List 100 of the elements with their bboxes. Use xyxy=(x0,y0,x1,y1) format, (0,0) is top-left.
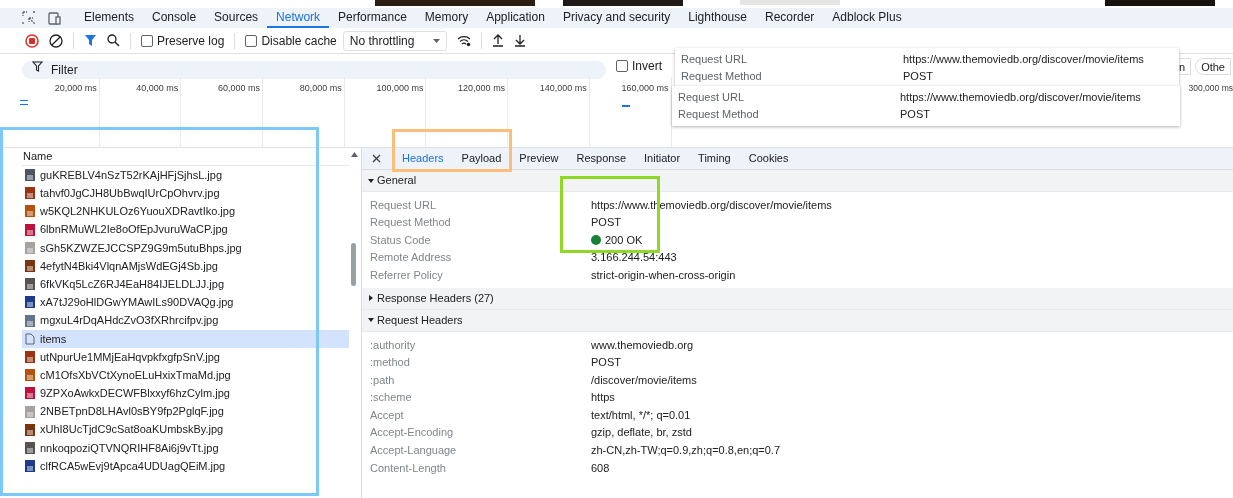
device-toolbar-icon[interactable] xyxy=(46,11,61,25)
header-name: Content-Length xyxy=(370,460,447,476)
timeline-bar xyxy=(622,105,630,107)
panel-tab[interactable]: Elements xyxy=(75,8,144,28)
panel-tab[interactable]: Performance xyxy=(329,8,416,28)
search-icon[interactable] xyxy=(107,34,120,47)
header-name: Status Code xyxy=(370,232,432,248)
request-row[interactable]: 2NBETpnD8LHAvl0sBY9fp2PglqF.jpg xyxy=(22,402,349,421)
file-thumbnail-icon xyxy=(25,278,35,291)
request-row[interactable]: xUhI8UcTjdC9cSat8oaKUmbskBy.jpg xyxy=(22,420,349,439)
panel-tab[interactable]: Application xyxy=(477,8,554,28)
throttling-dropdown[interactable]: No throttling xyxy=(342,30,447,51)
clear-icon[interactable] xyxy=(49,33,63,48)
header-value: https xyxy=(591,390,615,406)
filter-icon[interactable] xyxy=(84,34,97,47)
request-row[interactable]: sGh5KZWZEJCCSPZ9G9m5utuBhps.jpg xyxy=(22,238,349,257)
header-name: Request URL xyxy=(370,197,438,213)
timeline-tick: 60,000 ms xyxy=(218,82,261,93)
download-icon[interactable] xyxy=(513,34,526,47)
request-row[interactable]: items xyxy=(22,329,349,348)
request-row[interactable]: 4efytN4Bki4VlqnAMjsWdEGj4Sb.jpg xyxy=(22,256,349,276)
panel-tab[interactable]: Sources xyxy=(205,8,268,28)
request-row[interactable]: xA7tJ29oHlDGwYMAwILs90DVAQg.jpg xyxy=(22,293,349,312)
header-value: /discover/movie/items xyxy=(591,372,697,388)
section-header[interactable]: General xyxy=(362,170,1233,192)
disable-cache-checkbox[interactable]: Disable cache xyxy=(245,31,337,50)
filter-field[interactable]: Filter xyxy=(22,61,606,79)
request-row[interactable]: w5KQL2NHKULOz6YuouXDRavtIko.jpg xyxy=(22,202,349,221)
file-thumbnail-icon xyxy=(25,441,35,454)
scroll-up-icon xyxy=(351,152,358,157)
file-thumbnail-icon xyxy=(25,169,35,182)
request-row[interactable]: 9ZPXoAwkxDECWFBlxxyf6hzCylm.jpg xyxy=(22,384,349,403)
network-conditions-icon[interactable] xyxy=(456,34,471,47)
detail-tab[interactable]: Preview xyxy=(510,147,568,170)
panel-tab[interactable]: Console xyxy=(143,8,206,28)
detail-tab[interactable]: Response xyxy=(567,147,635,170)
header-name: :scheme xyxy=(370,390,413,406)
close-icon[interactable] xyxy=(372,154,381,163)
preserve-log-checkbox[interactable]: Preserve log xyxy=(141,31,225,50)
caret-icon xyxy=(432,38,440,43)
timeline-tick: 160,000 ms xyxy=(621,82,669,93)
request-row[interactable]: mgxuL4rDqAHdcZvO3fXRhrcifpv.jpg xyxy=(22,311,349,330)
file-thumbnail-icon xyxy=(25,369,35,382)
triangle-down-icon xyxy=(368,317,374,324)
request-row[interactable]: cM1OfsXbVCtXynoELuHxixTmaMd.jpg xyxy=(22,366,349,385)
tooltip-value: https://www.themoviedb.org/discover/movie/items xyxy=(903,52,1144,67)
header-name: :authority xyxy=(370,337,417,353)
file-thumbnail-icon xyxy=(25,314,35,327)
detail-tab[interactable]: Payload xyxy=(452,147,511,170)
tooltip-value: POST xyxy=(903,69,933,84)
detail-tab[interactable]: Timing xyxy=(689,147,740,170)
file-thumbnail-icon xyxy=(25,241,35,254)
panel-tab[interactable]: Privacy and security xyxy=(553,8,680,28)
request-row[interactable]: guKREBLV4nSzT52rKAjHFjSjhsL.jpg xyxy=(22,166,349,185)
invert-checkbox[interactable]: Invert xyxy=(616,57,662,75)
detail-tab[interactable]: Headers xyxy=(393,147,453,170)
tooltip-value: POST xyxy=(900,107,930,122)
request-row[interactable]: clfRCA5wEvj9tApca4UDUagQEiM.jpg xyxy=(22,457,349,476)
header-name: :path xyxy=(370,372,396,388)
filter-icon xyxy=(32,61,43,72)
file-thumbnail-icon xyxy=(25,405,35,418)
header-name: Accept-Encoding xyxy=(370,425,455,441)
triangle-down-icon xyxy=(368,177,374,184)
upload-icon[interactable] xyxy=(491,34,504,47)
tooltip-label: Request URL xyxy=(678,90,746,105)
detail-tab[interactable]: Cookies xyxy=(739,147,798,170)
tooltip-label: Request Method xyxy=(678,107,760,122)
record-icon[interactable] xyxy=(25,33,39,48)
header-value: gzip, deflate, br, zstd xyxy=(591,425,692,441)
detail-tab[interactable]: Initiator xyxy=(635,147,690,170)
header-value: 608 xyxy=(591,460,610,476)
panel-tab[interactable]: Memory xyxy=(415,8,478,28)
section-header[interactable]: Response Headers (27) xyxy=(362,287,1233,310)
header-name: Remote Address xyxy=(370,250,453,266)
file-thumbnail-icon xyxy=(25,350,35,363)
header-value: text/html, */*; q=0.01 xyxy=(591,407,691,423)
file-thumbnail-icon xyxy=(25,387,35,400)
header-value: strict-origin-when-cross-origin xyxy=(591,267,736,283)
panel-tab[interactable]: Lighthouse xyxy=(679,8,756,28)
header-value: www.themoviedb.org xyxy=(591,337,694,353)
header-value: 3.166.244.54:443 xyxy=(591,250,677,266)
timeline-bar xyxy=(20,100,28,105)
header-name: Referrer Policy xyxy=(370,267,444,283)
timeline-tick: 80,000 ms xyxy=(299,82,342,93)
request-row[interactable]: 6fkVKq5LcZ6RJ4EaH84IJELDLJJ.jpg xyxy=(22,275,349,294)
timeline-tick: 40,000 ms xyxy=(136,82,179,93)
file-thumbnail-icon xyxy=(25,187,35,200)
section-header[interactable]: Request Headers xyxy=(362,309,1233,332)
request-row[interactable]: utNpurUe1MMjEaHqvpkfxgfpSnV.jpg xyxy=(22,347,349,367)
request-row[interactable]: tahvf0JgCJH8UbBwqIUrCpOhvrv.jpg xyxy=(22,184,349,203)
request-row[interactable]: 6lbnRMuWL2Ie8oOfEpJvuruWaCP.jpg xyxy=(22,220,349,239)
inspect-icon[interactable] xyxy=(22,11,36,25)
panel-tab[interactable]: Recorder xyxy=(755,8,824,28)
timeline-tick: 120,000 ms xyxy=(458,82,506,93)
request-row[interactable]: nnkoqpoziQTVNQRIHF8Ai6j9vTt.jpg xyxy=(22,438,349,457)
header-name: :method xyxy=(370,355,411,371)
panel-tab[interactable]: Adblock Plus xyxy=(823,8,911,28)
timeline-tick: 20,000 ms xyxy=(54,82,97,93)
tooltip-label: Request Method xyxy=(681,69,763,84)
panel-tab[interactable]: Network xyxy=(267,8,330,28)
